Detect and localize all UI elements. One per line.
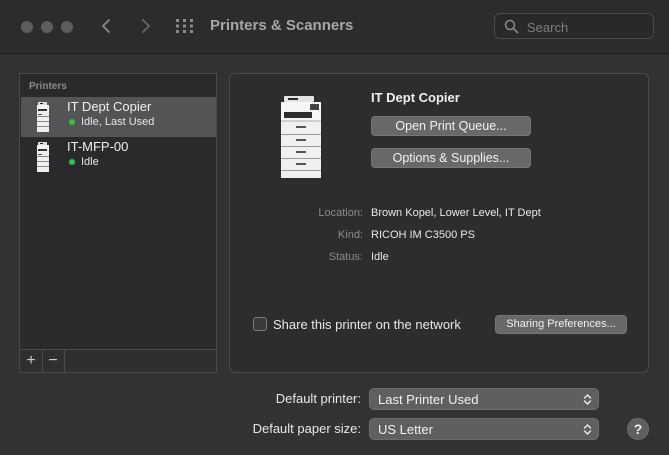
status-dot-icon xyxy=(69,159,75,165)
printer-list-item[interactable]: IT-MFP-00 Idle xyxy=(21,137,216,177)
sharing-preferences-button[interactable]: Sharing Preferences... xyxy=(495,315,627,334)
forward-chevron-icon[interactable] xyxy=(134,15,156,37)
default-printer-popup[interactable]: Last Printer Used xyxy=(369,388,599,410)
show-all-grid-icon[interactable] xyxy=(175,18,195,34)
up-down-chevron-icon xyxy=(583,424,592,435)
add-printer-button[interactable]: + xyxy=(20,350,43,372)
up-down-chevron-icon xyxy=(583,394,592,405)
open-print-queue-button[interactable]: Open Print Queue... xyxy=(371,116,531,136)
help-button[interactable]: ? xyxy=(627,418,649,440)
close-button[interactable] xyxy=(21,21,33,33)
printer-name: IT Dept Copier xyxy=(67,99,152,114)
status-value: Idle xyxy=(371,251,389,263)
printer-image-icon xyxy=(281,96,321,178)
kind-label: Kind: xyxy=(337,229,363,241)
printers-list-header: Printers xyxy=(29,81,67,92)
location-label: Location: xyxy=(318,207,363,219)
back-chevron-icon[interactable] xyxy=(96,15,118,37)
share-printer-label[interactable]: Share this printer on the network xyxy=(273,317,461,332)
search-icon xyxy=(504,19,519,34)
default-paper-size-label: Default paper size: xyxy=(252,421,361,436)
search-field[interactable] xyxy=(494,13,654,39)
printer-status: Idle xyxy=(81,156,99,168)
default-paper-size-value: US Letter xyxy=(378,422,433,437)
zoom-button[interactable] xyxy=(61,21,73,33)
printer-detail-pane: IT Dept Copier Open Print Queue... Optio… xyxy=(229,73,649,373)
printer-status: Idle, Last Used xyxy=(81,116,155,128)
printer-icon xyxy=(37,142,49,172)
selected-printer-name: IT Dept Copier xyxy=(371,90,460,105)
location-value: Brown Kopel, Lower Level, IT Dept xyxy=(371,207,541,219)
printer-list-item[interactable]: IT Dept Copier Idle, Last Used xyxy=(21,97,216,137)
options-supplies-button[interactable]: Options & Supplies... xyxy=(371,148,531,168)
share-printer-checkbox[interactable] xyxy=(253,317,267,331)
status-label: Status: xyxy=(328,251,363,263)
search-input[interactable] xyxy=(525,17,649,37)
printer-icon xyxy=(37,102,49,132)
default-printer-value: Last Printer Used xyxy=(378,392,479,407)
window-title: Printers & Scanners xyxy=(210,17,354,34)
remove-printer-button[interactable]: − xyxy=(42,350,65,372)
status-dot-icon xyxy=(69,119,75,125)
default-paper-size-popup[interactable]: US Letter xyxy=(369,418,599,440)
printers-scanners-window: Printers & Scanners Printers xyxy=(0,0,669,455)
default-printer-label: Default printer: xyxy=(275,391,361,406)
printer-name: IT-MFP-00 xyxy=(67,139,129,154)
minimize-button[interactable] xyxy=(41,21,53,33)
kind-value: RICOH IM C3500 PS xyxy=(371,229,475,241)
printers-list: Printers IT Dept Copier Idle, Last Used xyxy=(19,73,217,373)
list-footer: + − xyxy=(20,349,216,372)
title-bar: Printers & Scanners xyxy=(0,0,669,54)
